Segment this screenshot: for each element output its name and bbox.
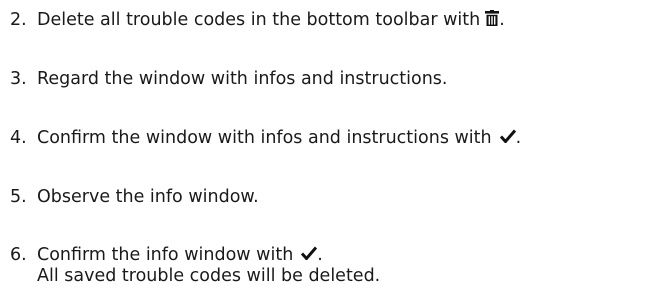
step-6: 6. Confirm the info window with . All sa…	[10, 245, 380, 287]
step-2: 2. Delete all trouble codes in the botto…	[10, 9, 505, 31]
checkmark-icon	[499, 129, 516, 143]
step-body: Confirm the window with infos and instru…	[37, 128, 521, 149]
step-suffix: .	[515, 128, 522, 148]
step-5: 5. Observe the info window.	[10, 187, 259, 208]
step-number: 6.	[10, 245, 27, 265]
step-body: Observe the info window.	[37, 187, 259, 208]
step-suffix: .	[317, 245, 323, 265]
step-text: Confirm the window with infos and instru…	[37, 128, 492, 148]
step-body: Regard the window with infos and instruc…	[37, 69, 448, 90]
step-text: Confirm the info window with	[37, 245, 294, 265]
step-text: Observe the info window.	[37, 187, 259, 207]
step-number: 5.	[10, 187, 27, 207]
step-3: 3. Regard the window with infos and inst…	[10, 69, 448, 90]
step-number: 2.	[10, 10, 27, 30]
step-body: Delete all trouble codes in the bottom t…	[37, 9, 505, 31]
step-body: Confirm the info window with . All saved…	[37, 245, 380, 287]
step-number: 3.	[10, 69, 27, 89]
step-suffix: .	[499, 10, 505, 30]
checkmark-icon	[301, 246, 318, 260]
step-4: 4. Confirm the window with infos and ins…	[10, 128, 521, 149]
step-subtext: All saved trouble codes will be deleted.	[37, 266, 381, 286]
trash-icon	[485, 10, 500, 26]
step-text: Delete all trouble codes in the bottom t…	[37, 10, 481, 30]
step-text: Regard the window with infos and instruc…	[37, 69, 448, 89]
step-number: 4.	[10, 128, 27, 148]
